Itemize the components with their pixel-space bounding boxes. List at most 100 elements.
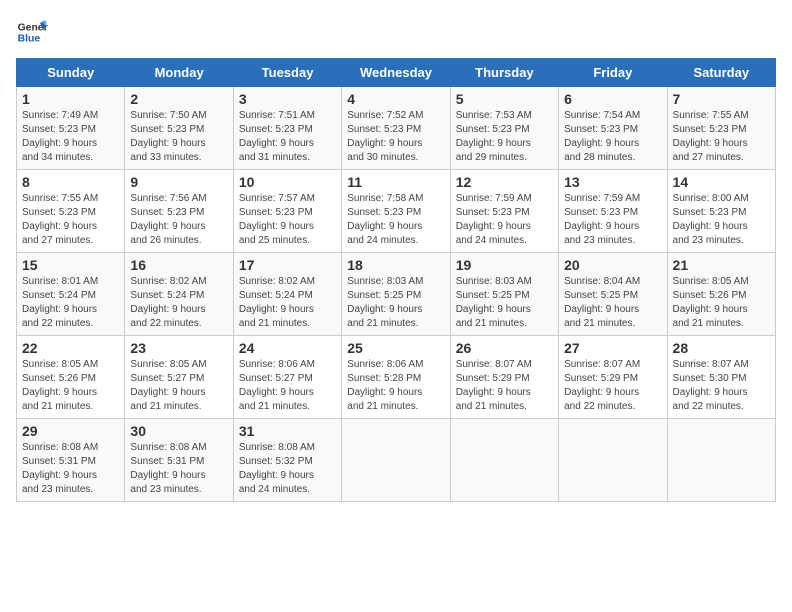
day-number: 28: [673, 340, 770, 356]
calendar-cell: 18 Sunrise: 8:03 AM Sunset: 5:25 PM Dayli…: [342, 253, 450, 336]
day-info: Sunrise: 7:59 AM Sunset: 5:23 PM Dayligh…: [456, 192, 553, 248]
day-number: 22: [22, 340, 119, 356]
day-info: Sunrise: 8:08 AM Sunset: 5:31 PM Dayligh…: [22, 441, 119, 497]
calendar-cell: 20 Sunrise: 8:04 AM Sunset: 5:25 PM Dayli…: [559, 253, 667, 336]
day-info: Sunrise: 8:04 AM Sunset: 5:25 PM Dayligh…: [564, 275, 661, 331]
day-header-tuesday: Tuesday: [233, 59, 341, 87]
day-info: Sunrise: 7:49 AM Sunset: 5:23 PM Dayligh…: [22, 109, 119, 165]
day-info: Sunrise: 8:08 AM Sunset: 5:31 PM Dayligh…: [130, 441, 227, 497]
calendar-cell: 19Sunrise: 8:03 AM Sunset: 5:25 PM Dayli…: [450, 253, 558, 336]
calendar-cell: 27 Sunrise: 8:07 AM Sunset: 5:29 PM Dayli…: [559, 336, 667, 419]
calendar-header-row: SundayMondayTuesdayWednesdayThursdayFrid…: [17, 59, 776, 87]
day-info: Sunrise: 8:05 AM Sunset: 5:27 PM Dayligh…: [130, 358, 227, 414]
day-number: 16: [130, 257, 227, 273]
day-number: 17: [239, 257, 336, 273]
calendar-cell: 14 Sunrise: 8:00 AM Sunset: 5:23 PM Dayli…: [667, 170, 775, 253]
calendar-cell: 24 Sunrise: 8:06 AM Sunset: 5:27 PM Dayli…: [233, 336, 341, 419]
day-number: 31: [239, 423, 336, 439]
calendar-cell: 25 Sunrise: 8:06 AM Sunset: 5:28 PM Dayli…: [342, 336, 450, 419]
day-number: 3: [239, 91, 336, 107]
day-number: 14: [673, 174, 770, 190]
day-number: 9: [130, 174, 227, 190]
day-header-thursday: Thursday: [450, 59, 558, 87]
calendar-cell: 11 Sunrise: 7:58 AM Sunset: 5:23 PM Dayli…: [342, 170, 450, 253]
day-number: 15: [22, 257, 119, 273]
day-info: Sunrise: 8:06 AM Sunset: 5:27 PM Dayligh…: [239, 358, 336, 414]
calendar-cell: 8Sunrise: 7:55 AM Sunset: 5:23 PM Daylig…: [17, 170, 125, 253]
day-number: 5: [456, 91, 553, 107]
svg-text:Blue: Blue: [18, 34, 41, 45]
day-number: 23: [130, 340, 227, 356]
calendar-cell: [667, 419, 775, 502]
day-info: Sunrise: 8:02 AM Sunset: 5:24 PM Dayligh…: [130, 275, 227, 331]
day-info: Sunrise: 7:59 AM Sunset: 5:23 PM Dayligh…: [564, 192, 661, 248]
day-number: 7: [673, 91, 770, 107]
day-number: 30: [130, 423, 227, 439]
calendar-cell: [559, 419, 667, 502]
calendar-cell: 28 Sunrise: 8:07 AM Sunset: 5:30 PM Dayli…: [667, 336, 775, 419]
day-info: Sunrise: 8:07 AM Sunset: 5:30 PM Dayligh…: [673, 358, 770, 414]
calendar-cell: 21Sunrise: 8:05 AM Sunset: 5:26 PM Dayli…: [667, 253, 775, 336]
day-info: Sunrise: 8:01 AM Sunset: 5:24 PM Dayligh…: [22, 275, 119, 331]
calendar-cell: 1 Sunrise: 7:49 AM Sunset: 5:23 PM Daylig…: [17, 87, 125, 170]
day-header-saturday: Saturday: [667, 59, 775, 87]
calendar-cell: 30 Sunrise: 8:08 AM Sunset: 5:31 PM Dayli…: [125, 419, 233, 502]
day-number: 20: [564, 257, 661, 273]
calendar-cell: 5 Sunrise: 7:53 AM Sunset: 5:23 PM Daylig…: [450, 87, 558, 170]
day-header-friday: Friday: [559, 59, 667, 87]
day-number: 24: [239, 340, 336, 356]
calendar-cell: 4Sunrise: 7:52 AM Sunset: 5:23 PM Daylig…: [342, 87, 450, 170]
calendar-cell: 7 Sunrise: 7:55 AM Sunset: 5:23 PM Daylig…: [667, 87, 775, 170]
day-number: 13: [564, 174, 661, 190]
day-info: Sunrise: 7:56 AM Sunset: 5:23 PM Dayligh…: [130, 192, 227, 248]
calendar-cell: 3Sunrise: 7:51 AM Sunset: 5:23 PM Daylig…: [233, 87, 341, 170]
day-header-monday: Monday: [125, 59, 233, 87]
calendar-cell: 13 Sunrise: 7:59 AM Sunset: 5:23 PM Dayli…: [559, 170, 667, 253]
day-info: Sunrise: 8:02 AM Sunset: 5:24 PM Dayligh…: [239, 275, 336, 331]
day-number: 21: [673, 257, 770, 273]
calendar-cell: 10 Sunrise: 7:57 AM Sunset: 5:23 PM Dayli…: [233, 170, 341, 253]
logo: General Blue: [16, 16, 48, 48]
calendar-cell: [450, 419, 558, 502]
day-info: Sunrise: 8:06 AM Sunset: 5:28 PM Dayligh…: [347, 358, 444, 414]
day-info: Sunrise: 7:55 AM Sunset: 5:23 PM Dayligh…: [673, 109, 770, 165]
day-number: 1: [22, 91, 119, 107]
day-info: Sunrise: 8:08 AM Sunset: 5:32 PM Dayligh…: [239, 441, 336, 497]
day-number: 11: [347, 174, 444, 190]
day-header-sunday: Sunday: [17, 59, 125, 87]
day-number: 10: [239, 174, 336, 190]
day-number: 2: [130, 91, 227, 107]
logo-icon: General Blue: [16, 16, 48, 48]
day-info: Sunrise: 8:07 AM Sunset: 5:29 PM Dayligh…: [564, 358, 661, 414]
day-info: Sunrise: 8:03 AM Sunset: 5:25 PM Dayligh…: [456, 275, 553, 331]
day-info: Sunrise: 7:58 AM Sunset: 5:23 PM Dayligh…: [347, 192, 444, 248]
calendar-cell: 6Sunrise: 7:54 AM Sunset: 5:23 PM Daylig…: [559, 87, 667, 170]
calendar-cell: 2 Sunrise: 7:50 AM Sunset: 5:23 PM Daylig…: [125, 87, 233, 170]
calendar-week-3: 15 Sunrise: 8:01 AM Sunset: 5:24 PM Dayli…: [17, 253, 776, 336]
calendar-table: SundayMondayTuesdayWednesdayThursdayFrid…: [16, 58, 776, 502]
calendar-cell: 23 Sunrise: 8:05 AM Sunset: 5:27 PM Dayli…: [125, 336, 233, 419]
calendar-week-1: 1 Sunrise: 7:49 AM Sunset: 5:23 PM Daylig…: [17, 87, 776, 170]
calendar-cell: 29 Sunrise: 8:08 AM Sunset: 5:31 PM Dayli…: [17, 419, 125, 502]
calendar-cell: 15 Sunrise: 8:01 AM Sunset: 5:24 PM Dayli…: [17, 253, 125, 336]
day-info: Sunrise: 8:07 AM Sunset: 5:29 PM Dayligh…: [456, 358, 553, 414]
day-number: 29: [22, 423, 119, 439]
day-info: Sunrise: 8:00 AM Sunset: 5:23 PM Dayligh…: [673, 192, 770, 248]
day-number: 25: [347, 340, 444, 356]
calendar-cell: [342, 419, 450, 502]
header: General Blue: [16, 16, 776, 48]
day-info: Sunrise: 7:55 AM Sunset: 5:23 PM Dayligh…: [22, 192, 119, 248]
day-info: Sunrise: 7:52 AM Sunset: 5:23 PM Dayligh…: [347, 109, 444, 165]
day-info: Sunrise: 7:53 AM Sunset: 5:23 PM Dayligh…: [456, 109, 553, 165]
day-info: Sunrise: 8:03 AM Sunset: 5:25 PM Dayligh…: [347, 275, 444, 331]
calendar-cell: 17 Sunrise: 8:02 AM Sunset: 5:24 PM Dayli…: [233, 253, 341, 336]
day-number: 18: [347, 257, 444, 273]
day-number: 26: [456, 340, 553, 356]
calendar-cell: 22 Sunrise: 8:05 AM Sunset: 5:26 PM Dayli…: [17, 336, 125, 419]
calendar-cell: 26 Sunrise: 8:07 AM Sunset: 5:29 PM Dayli…: [450, 336, 558, 419]
day-info: Sunrise: 7:54 AM Sunset: 5:23 PM Dayligh…: [564, 109, 661, 165]
day-info: Sunrise: 7:50 AM Sunset: 5:23 PM Dayligh…: [130, 109, 227, 165]
day-info: Sunrise: 7:57 AM Sunset: 5:23 PM Dayligh…: [239, 192, 336, 248]
day-number: 27: [564, 340, 661, 356]
day-info: Sunrise: 8:05 AM Sunset: 5:26 PM Dayligh…: [22, 358, 119, 414]
